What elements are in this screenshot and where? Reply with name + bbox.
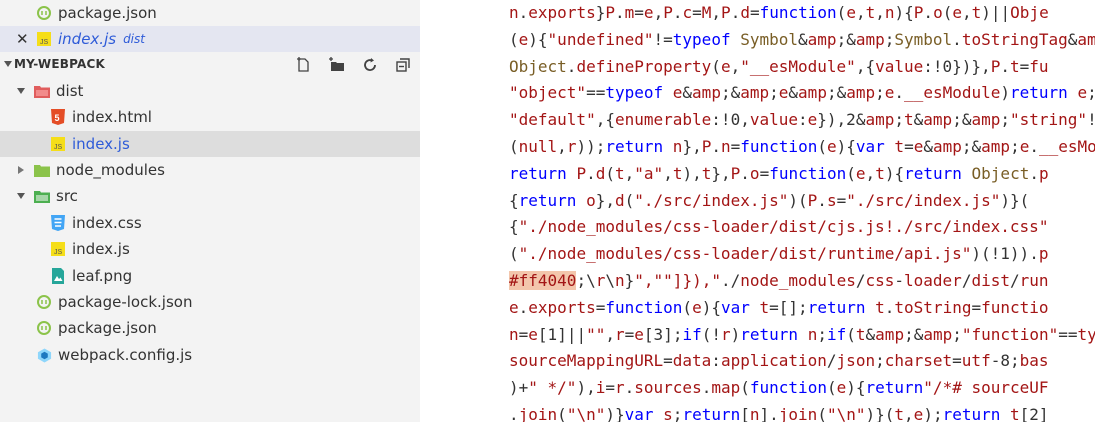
tree-label: package-lock.json: [58, 293, 193, 311]
code-line[interactable]: sourceMappingURL=data:application/json;c…: [509, 348, 1095, 375]
chevron-down-icon: [4, 61, 12, 67]
code-line[interactable]: "default",{enumerable:!0,value:e}),2&amp…: [509, 107, 1095, 134]
project-section-header[interactable]: MY-WEBPACK: [0, 52, 420, 76]
js-file-icon: JS: [50, 241, 66, 257]
css-file-icon: [50, 215, 66, 231]
js-file-icon: JS: [50, 136, 66, 152]
code-line[interactable]: n.exports}P.m=e,P.c=M,P.d=function(e,t,n…: [509, 0, 1095, 27]
open-editor-label: package.json: [58, 4, 157, 22]
image-file-icon: [50, 268, 66, 284]
tree-file-webpack-config-js[interactable]: webpack.config.js: [0, 342, 420, 368]
new-folder-icon[interactable]: [328, 56, 346, 74]
tree-label: dist: [56, 82, 84, 100]
folder-icon: [34, 162, 50, 178]
refresh-icon[interactable]: [361, 56, 379, 74]
code-line[interactable]: (e){"undefined"!=typeof Symbol&amp;&amp;…: [509, 27, 1095, 54]
svg-text:JS: JS: [54, 249, 63, 256]
svg-text:5: 5: [55, 113, 60, 123]
project-title: MY-WEBPACK: [14, 57, 105, 71]
chevron-down-icon: [17, 193, 25, 199]
explorer-actions: [295, 56, 412, 74]
webpack-cube-icon: [36, 347, 52, 363]
code-line[interactable]: .join("\n")}var s;return[n].join("\n")}(…: [509, 402, 1095, 422]
tree-file-dist-index-html[interactable]: 5 index.html: [0, 104, 420, 130]
tree-label: leaf.png: [72, 267, 133, 285]
tree-file-dist-index-js[interactable]: JS index.js: [0, 131, 420, 157]
tree-file-package-lock-json[interactable]: package-lock.json: [0, 289, 420, 315]
code-line[interactable]: #ff4040;\r\n}",""]}),"./node_modules/css…: [509, 268, 1095, 295]
tree-folder-dist[interactable]: dist: [0, 78, 420, 104]
open-editor-package-json[interactable]: package.json: [0, 0, 420, 26]
tree-label: index.js: [72, 240, 130, 258]
tree-file-package-json[interactable]: package.json: [0, 315, 420, 341]
folder-open-icon: [34, 83, 50, 99]
code-line[interactable]: (null,r));return n},P.n=function(e){var …: [509, 134, 1095, 161]
open-editor-index-js[interactable]: ✕ JS index.js dist: [0, 26, 420, 52]
html-file-icon: 5: [50, 109, 66, 125]
tree-file-src-index-js[interactable]: JS index.js: [0, 236, 420, 262]
code-line[interactable]: "object"==typeof e&amp;&amp;e&amp;&amp;e…: [509, 80, 1095, 107]
code-line[interactable]: e.exports=function(e){var t=[];return t.…: [509, 295, 1095, 322]
code-editor[interactable]: n.exports}P.m=e,P.c=M,P.d=function(e,t,n…: [421, 0, 1095, 422]
code-line[interactable]: {"./node_modules/css-loader/dist/cjs.js!…: [509, 214, 1095, 241]
code-line[interactable]: )+" */"),i=r.sources.map(function(e){ret…: [509, 375, 1095, 402]
tree-label: src: [56, 187, 78, 205]
code-line[interactable]: n=e[1]||"",r=e[3];if(!r)return n;if(t&am…: [509, 322, 1095, 349]
tree-label: index.css: [72, 214, 142, 232]
tree-label: index.html: [72, 108, 152, 126]
new-file-icon[interactable]: [295, 56, 313, 74]
code-line[interactable]: return P.d(t,"a",t),t},P.o=function(e,t)…: [509, 161, 1095, 188]
json-file-icon: [36, 294, 52, 310]
chevron-down-icon: [17, 88, 25, 94]
tree-file-src-leaf-png[interactable]: leaf.png: [0, 263, 420, 289]
close-icon[interactable]: ✕: [16, 30, 29, 48]
code-line[interactable]: {return o},d("./src/index.js")(P.s="./sr…: [509, 188, 1095, 215]
json-file-icon: [36, 5, 52, 21]
tree-label: node_modules: [56, 161, 165, 179]
tree-folder-node-modules[interactable]: node_modules: [0, 157, 420, 183]
tree-folder-src[interactable]: src: [0, 183, 420, 209]
code-lines[interactable]: n.exports}P.m=e,P.c=M,P.d=function(e,t,n…: [509, 0, 1095, 422]
tree-label: webpack.config.js: [58, 346, 193, 364]
tree-label: package.json: [58, 319, 157, 337]
svg-text:JS: JS: [40, 39, 49, 46]
tree-file-src-index-css[interactable]: index.css: [0, 210, 420, 236]
open-editor-label: index.js: [58, 30, 117, 48]
code-line[interactable]: ("./node_modules/css-loader/dist/runtime…: [509, 241, 1095, 268]
folder-open-icon: [34, 188, 50, 204]
json-file-icon: [36, 320, 52, 336]
js-file-icon: JS: [36, 31, 52, 47]
tree-label: index.js: [72, 135, 130, 153]
collapse-all-icon[interactable]: [394, 56, 412, 74]
code-line[interactable]: Object.defineProperty(e,"__esModule",{va…: [509, 54, 1095, 81]
svg-text:JS: JS: [54, 144, 63, 151]
explorer-sidebar: package.json ✕ JS index.js dist MY-WEBPA…: [0, 0, 420, 422]
open-editor-description: dist: [123, 32, 145, 46]
chevron-right-icon: [18, 166, 24, 174]
